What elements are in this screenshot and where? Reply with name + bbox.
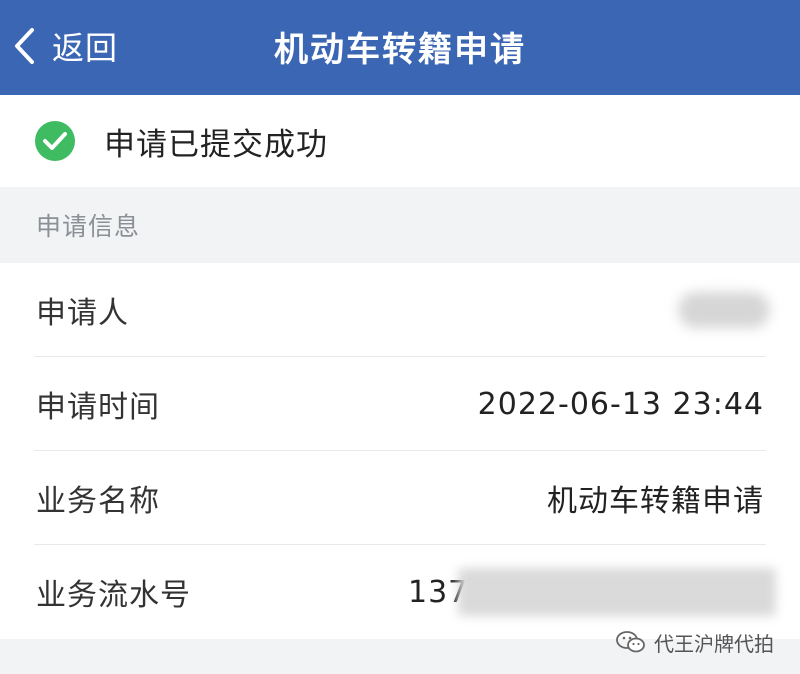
row-business-name: 业务名称 机动车转籍申请 (0, 451, 800, 545)
info-card: 申请人 申请时间 2022-06-13 23:44 业务名称 机动车转籍申请 业… (0, 263, 800, 639)
watermark-text: 代王沪牌代拍 (654, 631, 774, 656)
row-value: 机动车转籍申请 (547, 484, 764, 519)
wechat-icon (616, 631, 645, 653)
submit-status: 申请已提交成功 (0, 95, 800, 187)
row-serial-number: 业务流水号 137 (0, 545, 800, 639)
row-label: 申请时间 (36, 390, 160, 425)
redacted-serial-number (458, 568, 776, 616)
row-label: 业务名称 (36, 484, 160, 519)
row-label: 业务流水号 (36, 578, 191, 613)
nav-bar: 返回 机动车转籍申请 (0, 0, 800, 95)
check-circle-icon (35, 121, 75, 161)
row-label: 申请人 (36, 296, 129, 331)
watermark: 代王沪牌代拍 (616, 628, 774, 656)
row-applicant: 申请人 (0, 263, 800, 357)
row-apply-time: 申请时间 2022-06-13 23:44 (0, 357, 800, 451)
section-header: 申请信息 (36, 212, 141, 241)
status-text: 申请已提交成功 (104, 126, 328, 163)
page-title: 机动车转籍申请 (274, 30, 526, 70)
row-value: 2022-06-13 23:44 (477, 386, 764, 422)
redacted-applicant-name (678, 292, 770, 328)
